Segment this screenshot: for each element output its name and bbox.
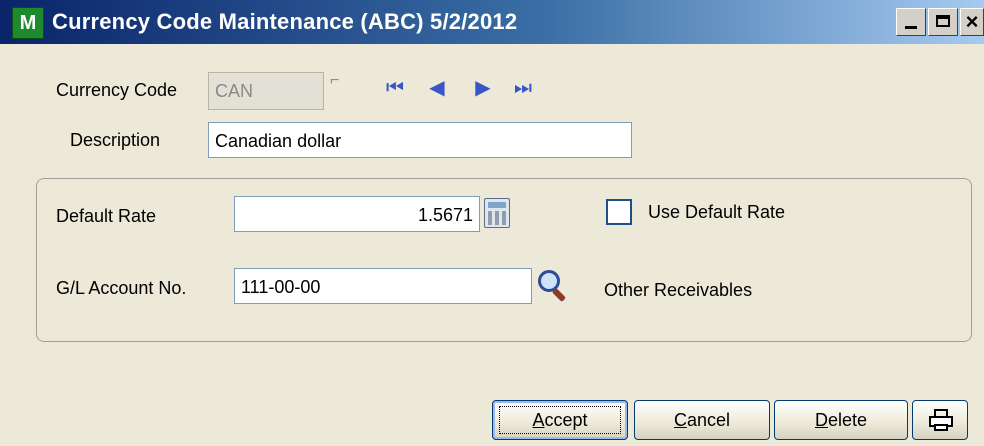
first-record-icon[interactable]: ⏮ <box>382 76 408 100</box>
last-record-icon[interactable]: ⏭ <box>510 76 536 100</box>
accept-button[interactable]: Accept <box>492 400 628 440</box>
use-default-rate-label: Use Default Rate <box>648 202 786 222</box>
minimize-button[interactable] <box>896 8 926 36</box>
cancel-label: ancel <box>686 410 731 430</box>
cancel-mnemonic: C <box>673 410 687 430</box>
lookup-corner-icon: ⌐ <box>330 72 340 89</box>
delete-button[interactable]: Delete <box>774 400 908 440</box>
print-button[interactable] <box>912 400 968 440</box>
use-default-rate-checkbox[interactable] <box>606 199 632 225</box>
minimize-icon <box>905 26 917 29</box>
delete-mnemonic: D <box>814 410 828 430</box>
currency-code-label: Currency Code <box>56 80 178 100</box>
gl-account-field[interactable]: 111-00-00 <box>234 268 532 304</box>
close-button[interactable]: × <box>960 8 984 36</box>
description-field[interactable]: Canadian dollar <box>208 122 632 158</box>
previous-record-icon[interactable]: ◀ <box>424 76 450 100</box>
maximize-icon <box>936 15 950 27</box>
delete-label: elete <box>827 410 868 430</box>
app-icon: M <box>12 7 44 39</box>
default-rate-label: Default Rate <box>56 206 157 226</box>
currency-code-field: CAN <box>208 72 324 110</box>
maximize-button[interactable] <box>928 8 958 36</box>
focus-rectangle <box>499 406 621 434</box>
default-rate-field[interactable]: 1.5671 <box>234 196 480 232</box>
lookup-magnifier-icon[interactable] <box>536 268 570 303</box>
description-label: Description <box>70 130 161 150</box>
printer-icon <box>929 409 953 431</box>
next-record-icon[interactable]: ▶ <box>470 76 496 100</box>
title-bar: M Currency Code Maintenance (ABC) 5/2/20… <box>0 0 984 44</box>
gl-account-description: Other Receivables <box>604 280 753 300</box>
cancel-button[interactable]: Cancel <box>634 400 770 440</box>
calculator-icon[interactable] <box>484 198 510 228</box>
window-title: Currency Code Maintenance (ABC) 5/2/2012 <box>52 9 518 34</box>
gl-account-label: G/L Account No. <box>56 278 187 298</box>
close-icon: × <box>965 9 979 34</box>
